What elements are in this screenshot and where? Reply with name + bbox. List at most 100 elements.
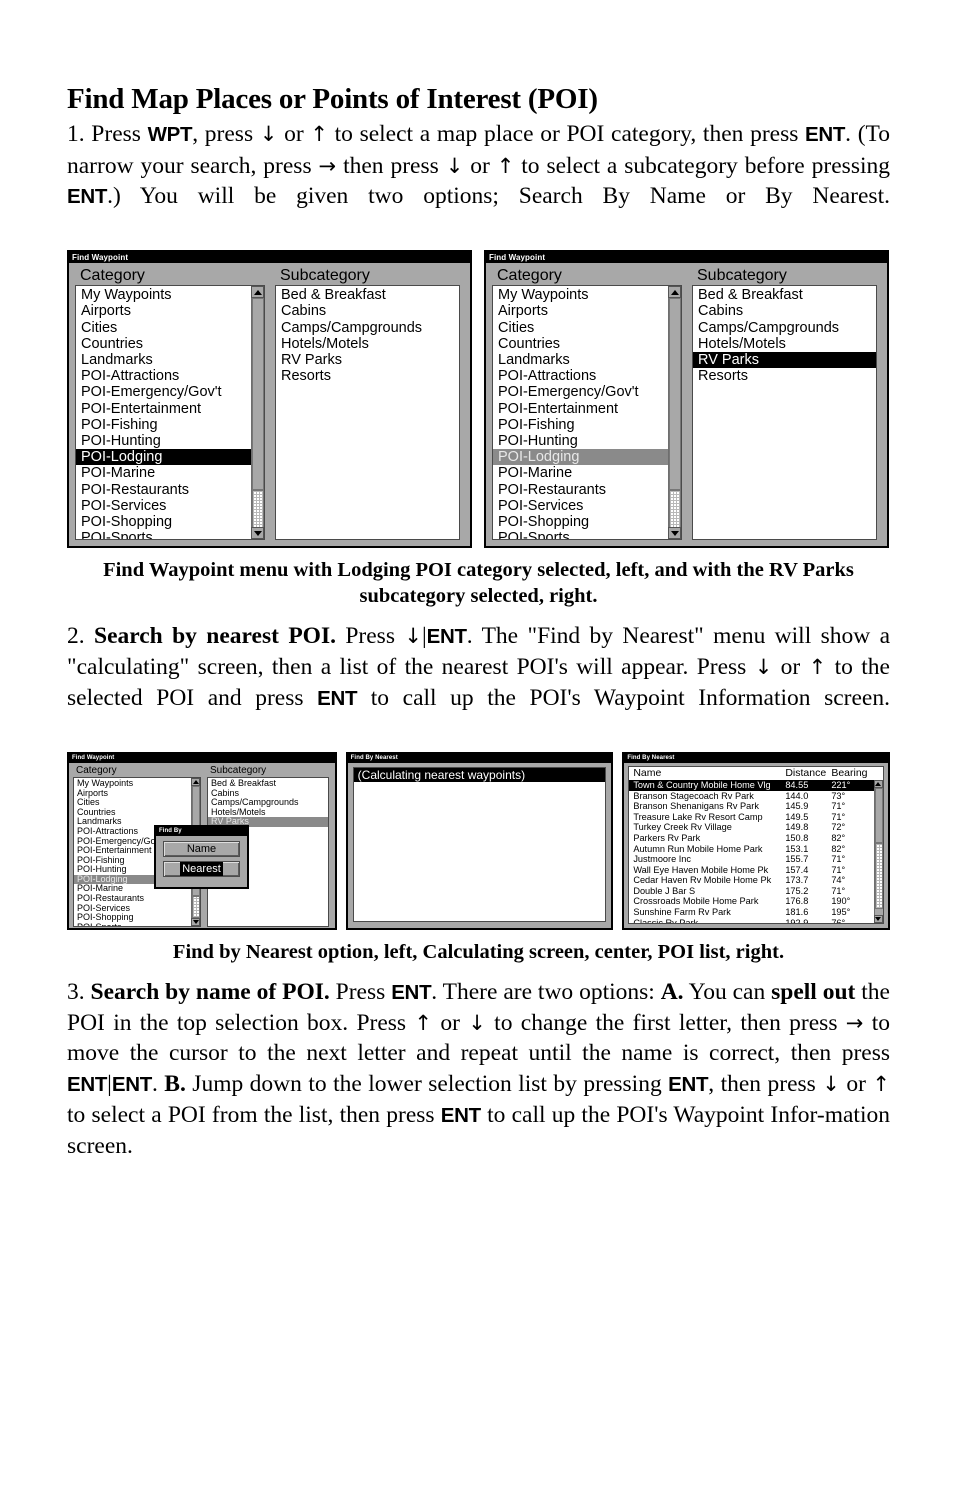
list-item[interactable]: Countries [493,336,681,352]
list-item[interactable]: POI-Hunting [493,433,681,449]
list-item[interactable]: POI-Emergency/Gov't [76,384,264,400]
list-item[interactable]: Cities [493,320,681,336]
list-item[interactable]: Resorts [276,368,459,384]
table-row[interactable]: Justmoore Inc 155.7 71° [629,854,883,865]
scrollbar-track[interactable] [669,298,681,491]
list-item[interactable]: POI-Services [76,498,264,514]
list-item[interactable]: Camps/Campgrounds [208,798,328,808]
list-item[interactable]: POI-Shopping [76,514,264,530]
list-item[interactable]: Resorts [693,368,876,384]
table-row[interactable]: Treasure Lake Rv Resort Camp 149.5 71° [629,812,883,823]
list-item[interactable]: POI-Entertainment [76,401,264,417]
table-row[interactable]: Branson Stagecoach Rv Park 144.0 73° [629,791,883,802]
list-item[interactable]: POI-Marine [76,465,264,481]
table-row[interactable]: Crossroads Mobile Home Park 176.8 190° [629,896,883,907]
list-item[interactable]: Countries [76,336,264,352]
p1-text-7: or [463,152,497,179]
table-row[interactable]: Cedar Haven Rv Mobile Home Pk 173.7 74° [629,875,883,886]
scroll-up-arrow-icon[interactable] [251,286,264,299]
scrollbar-track[interactable] [252,298,264,491]
list-item[interactable]: Bed & Breakfast [208,779,328,789]
list-item[interactable]: POI-Restaurants [76,482,264,498]
poi-listbox[interactable]: Name Distance Bearing Town & Country Mob… [628,765,884,924]
list-item[interactable]: Landmarks [493,352,681,368]
list-item[interactable]: Cabins [276,303,459,319]
find-by-name-button[interactable]: Name [163,840,240,857]
list-item[interactable]: POI-Fishing [493,417,681,433]
scroll-down-arrow-icon[interactable] [251,527,264,540]
list-item-selected[interactable]: POI-Lodging [76,449,264,466]
scroll-up-arrow-icon[interactable] [668,286,681,299]
find-by-nearest-button[interactable]: Nearest [163,860,240,877]
list-item-selected[interactable]: RV Parks [693,351,876,369]
list-item[interactable]: Camps/Campgrounds [276,320,459,336]
scroll-down-arrow-icon[interactable] [191,917,200,926]
table-row-selected[interactable]: Town & Country Mobile Home Vlg 84.55 221… [629,779,883,791]
list-item[interactable]: POI-Emergency/Gov't [493,384,681,400]
list-item[interactable]: RV Parks [276,352,459,368]
table-row[interactable]: Turkey Creek Rv Village 149.8 72° [629,822,883,833]
scrollbar-thumb[interactable] [874,842,883,909]
scrollbar-thumb[interactable] [252,490,264,530]
poi-scrollbar[interactable] [873,779,883,923]
list-item[interactable]: Hotels/Motels [693,336,876,352]
list-item[interactable]: POI-Restaurants [74,894,200,904]
list-item[interactable]: Camps/Campgrounds [693,320,876,336]
poi-bearing: 74° [831,875,846,886]
list-item[interactable]: My Waypoints [76,287,264,303]
poi-distance: 176.8 [785,896,809,907]
list-item[interactable]: POI-Entertainment [493,401,681,417]
list-item[interactable]: POI-Sports [76,530,264,539]
scroll-up-arrow-icon[interactable] [873,779,883,788]
subcategory-listbox[interactable]: Bed & Breakfast Cabins Camps/Campgrounds… [692,285,877,541]
list-item[interactable]: Airports [74,789,200,799]
table-row[interactable]: Wall Eye Haven Mobile Home Pk 157.4 71° [629,865,883,876]
list-item[interactable]: Airports [493,303,681,319]
table-row[interactable]: Double J Bar S 175.2 71° [629,886,883,897]
list-item[interactable]: POI-Attractions [493,368,681,384]
list-item[interactable]: POI-Shopping [74,913,200,923]
list-item[interactable]: POI-Fishing [76,417,264,433]
list-item[interactable]: POI-Hunting [76,433,264,449]
category-listbox[interactable]: My Waypoints Airports Cities Countries L… [492,285,682,541]
table-row[interactable]: Sunshine Farm Rv Park 181.6 195° [629,907,883,918]
figure-1-caption: Find Waypoint menu with Lodging POI cate… [103,559,854,608]
list-item[interactable]: Landmarks [76,352,264,368]
list-item[interactable]: POI-Restaurants [493,482,681,498]
scrollbar-track-upper[interactable] [874,787,883,843]
scroll-down-arrow-icon[interactable] [668,527,681,540]
table-row[interactable]: Autumn Run Mobile Home Park 153.1 82° [629,844,883,855]
list-item[interactable]: Hotels/Motels [276,336,459,352]
list-item[interactable]: Cities [74,798,200,808]
table-row[interactable]: Classic Rv Park 192.9 76° [629,918,883,923]
subcategory-listbox[interactable]: Bed & Breakfast Cabins Camps/Campgrounds… [275,285,460,541]
list-item[interactable]: Countries [74,808,200,818]
category-scrollbar[interactable] [251,286,264,540]
category-scrollbar[interactable] [668,286,681,540]
list-item[interactable]: Bed & Breakfast [276,287,459,303]
list-item[interactable]: My Waypoints [493,287,681,303]
list-item[interactable]: Bed & Breakfast [693,287,876,303]
list-item[interactable]: Cities [76,320,264,336]
list-item[interactable]: Cabins [208,789,328,799]
list-item[interactable]: POI-Sports [493,530,681,539]
list-item[interactable]: Airports [76,303,264,319]
list-item[interactable]: POI-Services [74,904,200,914]
list-item[interactable]: POI-Marine [493,465,681,481]
list-item[interactable]: POI-Sports [74,923,200,926]
table-row[interactable]: Parkers Rv Park 150.8 82° [629,833,883,844]
list-item[interactable]: POI-Services [493,498,681,514]
list-item[interactable]: My Waypoints [74,779,200,789]
scroll-down-arrow-icon[interactable] [873,914,883,923]
scrollbar-thumb[interactable] [669,490,681,530]
table-row[interactable]: Branson Shenanigans Rv Park 145.9 71° [629,801,883,812]
list-item[interactable]: POI-Shopping [493,514,681,530]
list-item[interactable]: POI-Attractions [76,368,264,384]
list-item[interactable]: Cabins [693,303,876,319]
scrollbar-thumb[interactable] [192,895,200,918]
list-item[interactable]: Hotels/Motels [208,808,328,818]
poi-table-header: Name Distance Bearing [629,767,883,780]
scroll-up-arrow-icon[interactable] [191,777,200,786]
list-item-selected-inactive[interactable]: POI-Lodging [493,449,681,466]
category-listbox[interactable]: My Waypoints Airports Cities Countries L… [75,285,265,541]
